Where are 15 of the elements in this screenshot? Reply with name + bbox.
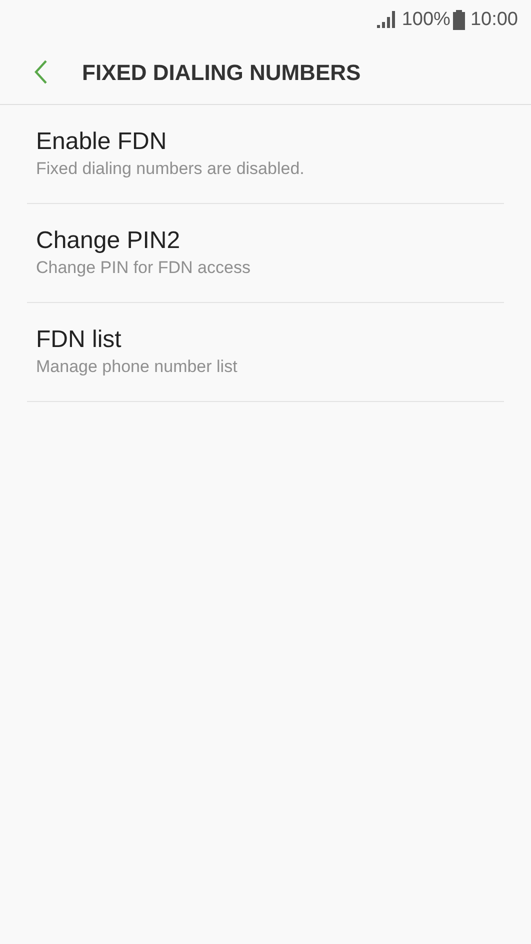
battery-percent: 100% xyxy=(402,8,450,32)
back-icon xyxy=(34,60,48,84)
item-subtitle: Change PIN for FDN access xyxy=(36,257,252,279)
item-title: FDN list xyxy=(36,325,122,355)
settings-item[interactable]: FDN list Manage phone number list xyxy=(27,303,504,402)
battery-icon xyxy=(453,10,466,30)
screen-title: FIXED DIALING NUMBERS xyxy=(82,58,361,86)
clock-time: 10:00 xyxy=(470,8,518,32)
settings-item[interactable]: Change PIN2 Change PIN for FDN access xyxy=(27,204,504,303)
signal-icon xyxy=(376,11,395,29)
item-title: Enable FDN xyxy=(36,127,168,157)
item-title: Change PIN2 xyxy=(36,226,182,256)
settings-item[interactable]: Enable FDN Fixed dialing numbers are disabled. xyxy=(27,105,504,204)
item-subtitle: Fixed dialing numbers are disabled. xyxy=(36,158,306,180)
item-subtitle: Manage phone number list xyxy=(36,356,238,378)
